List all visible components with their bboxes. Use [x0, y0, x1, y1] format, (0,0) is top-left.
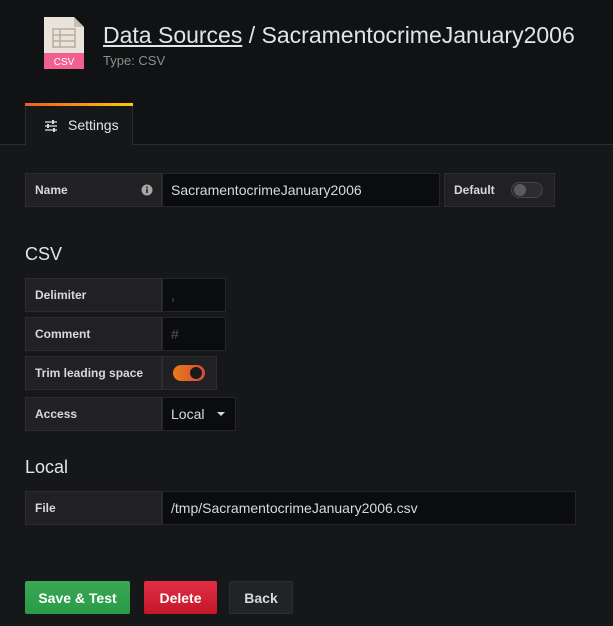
- file-label: File: [25, 491, 162, 525]
- breadcrumb-data-sources-link[interactable]: Data Sources: [103, 22, 242, 48]
- tab-settings-label: Settings: [68, 117, 119, 133]
- default-field: Default: [444, 173, 555, 207]
- file-input[interactable]: /tmp/SacramentocrimeJanuary2006.csv: [162, 491, 576, 525]
- info-icon[interactable]: [141, 184, 153, 196]
- delimiter-input[interactable]: ,: [162, 278, 226, 312]
- trim-toggle-field: [162, 356, 217, 390]
- access-select[interactable]: Local: [162, 397, 236, 431]
- tab-gap: [26, 144, 132, 145]
- default-label: Default: [454, 183, 495, 197]
- breadcrumb-separator: /: [242, 22, 262, 48]
- delimiter-label: Delimiter: [25, 278, 162, 312]
- tab-active-accent: [25, 103, 133, 106]
- name-label-text: Name: [35, 183, 68, 197]
- sliders-icon: [44, 119, 58, 133]
- comment-label: Comment: [25, 317, 162, 351]
- caret-down-icon: [217, 412, 225, 416]
- trim-leading-space-toggle[interactable]: [173, 365, 205, 381]
- tab-settings[interactable]: Settings: [25, 103, 133, 145]
- trim-label-text: Trim leading space: [35, 366, 144, 380]
- default-toggle-knob: [514, 184, 526, 196]
- delete-button[interactable]: Delete: [144, 581, 217, 614]
- comment-placeholder: #: [171, 326, 179, 342]
- name-input[interactable]: SacramentocrimeJanuary2006: [162, 173, 440, 207]
- trim-leading-space-label: Trim leading space: [25, 356, 162, 390]
- file-label-text: File: [35, 501, 56, 515]
- name-label: Name: [25, 173, 162, 207]
- back-button[interactable]: Back: [229, 581, 293, 614]
- page-title: Data Sources / SacramentocrimeJanuary200…: [103, 22, 575, 49]
- csv-logo-text: CSV: [54, 57, 75, 68]
- csv-section-title: CSV: [25, 244, 63, 264]
- delimiter-placeholder: ,: [171, 287, 175, 303]
- trim-toggle-knob: [190, 367, 202, 379]
- delimiter-label-text: Delimiter: [35, 288, 87, 302]
- save-test-button[interactable]: Save & Test: [25, 581, 130, 614]
- datasource-name: SacramentocrimeJanuary2006: [261, 22, 575, 48]
- default-toggle[interactable]: [511, 182, 543, 198]
- csv-file-icon: CSV: [44, 17, 84, 69]
- access-select-value: Local: [171, 406, 205, 422]
- comment-label-text: Comment: [35, 327, 91, 341]
- access-label: Access: [25, 397, 162, 431]
- access-label-text: Access: [35, 407, 78, 421]
- comment-input[interactable]: #: [162, 317, 226, 351]
- local-section-title: Local: [25, 457, 69, 477]
- datasource-type: Type: CSV: [103, 53, 166, 68]
